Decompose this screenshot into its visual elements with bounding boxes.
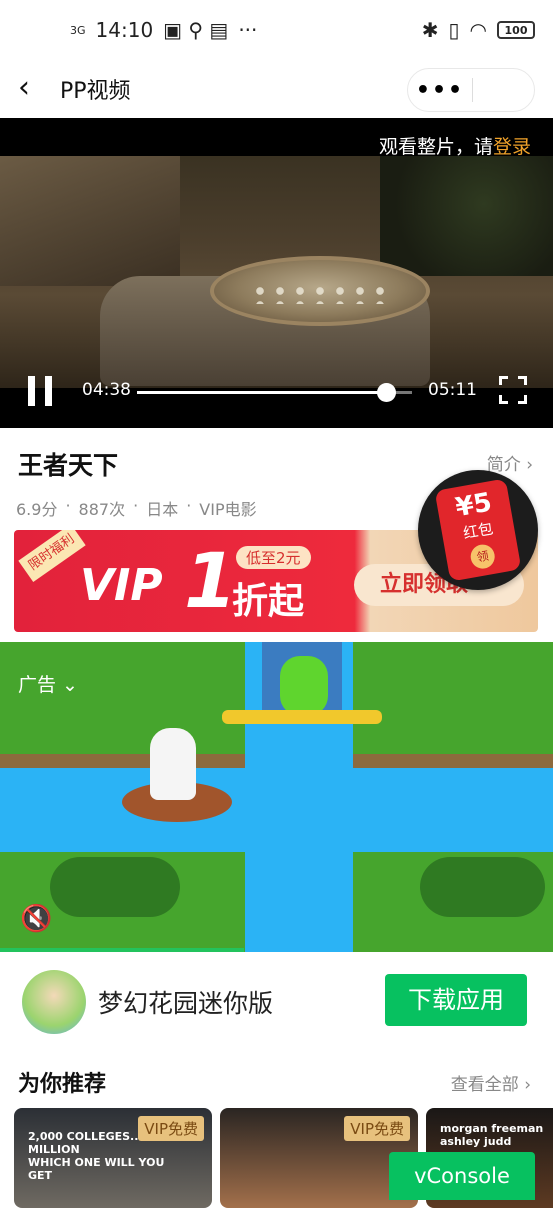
- view-count: 887次: [78, 500, 126, 519]
- red-packet-float[interactable]: ¥5 红包 领: [418, 470, 538, 590]
- download-app-button[interactable]: 下载应用: [385, 974, 527, 1026]
- progress-bar[interactable]: [137, 383, 412, 402]
- view-all-link[interactable]: 查看全部 ›: [451, 1070, 531, 1095]
- vip-free-badge: VIP免费: [138, 1116, 204, 1141]
- category: VIP电影: [199, 500, 257, 519]
- battery-icon: 100: [497, 21, 535, 39]
- login-link[interactable]: 登录: [493, 136, 531, 158]
- app-promo: 梦幻花园迷你版 下载应用: [0, 952, 553, 1048]
- wifi-icon: ◠: [469, 18, 487, 42]
- capsule-divider: [472, 78, 473, 102]
- status-bar: 3G 14:10 ▣ ⚲ ▤ ··· ✱ ▯ ◠ 100: [0, 0, 553, 60]
- network-label: 3G: [70, 23, 86, 37]
- player-controls: 04:38 05:11: [0, 376, 553, 426]
- recommend-heading: 为你推荐: [18, 1072, 107, 1097]
- limited-offer-tag: 限时福利: [18, 530, 86, 583]
- vip-free-badge: VIP免费: [344, 1116, 410, 1141]
- game-ad-video[interactable]: 广告 ⌄ 🔇: [0, 642, 553, 952]
- current-time: 04:38: [82, 380, 131, 400]
- progress-fill: [137, 391, 387, 394]
- banner-number: 1: [184, 536, 237, 625]
- total-time: 05:11: [428, 380, 477, 400]
- more-menu-button[interactable]: •••: [408, 78, 472, 103]
- nav-bar: ‹ PP视频 •••: [0, 60, 553, 1141]
- bluetooth-icon: ✱: [421, 18, 439, 42]
- banner-vip: VIP: [80, 560, 163, 611]
- back-button[interactable]: ‹: [18, 70, 30, 105]
- app-name: 梦幻花园迷你版: [98, 989, 274, 1018]
- status-icons: ▣ ⚲ ▤: [163, 18, 229, 42]
- vconsole-button[interactable]: vConsole: [389, 1152, 535, 1200]
- vibrate-icon: ▯: [448, 18, 460, 42]
- mute-icon[interactable]: 🔇: [20, 904, 52, 934]
- fullscreen-icon[interactable]: [499, 376, 527, 404]
- status-more: ···: [238, 18, 258, 42]
- banner-discount: 折起: [232, 581, 305, 622]
- movie-meta: 6.9分 · 887次 · 日本 · VIP电影: [16, 496, 257, 519]
- ad-label[interactable]: 广告 ⌄: [18, 670, 78, 697]
- app-avatar: [22, 970, 86, 1034]
- country: 日本: [146, 500, 179, 519]
- red-packet-icon: ¥5 红包 领: [434, 478, 522, 582]
- page-title: PP视频: [60, 79, 131, 104]
- recommend-card[interactable]: 2,000 COLLEGES... 1 MILLION WHICH ONE WI…: [14, 1108, 212, 1208]
- video-player[interactable]: 观看整片，请登录 04:38 05:11: [0, 118, 553, 428]
- rating: 6.9分: [16, 500, 58, 519]
- progress-knob[interactable]: [377, 383, 397, 402]
- login-prompt: 观看整片，请登录: [378, 136, 531, 158]
- video-frame: [0, 156, 553, 388]
- clock: 14:10: [95, 18, 154, 42]
- movie-title: 王者天下: [18, 451, 119, 480]
- pause-button[interactable]: [28, 376, 54, 406]
- miniprogram-capsule: •••: [407, 68, 535, 1141]
- banner-low-price: 低至2元: [236, 546, 311, 569]
